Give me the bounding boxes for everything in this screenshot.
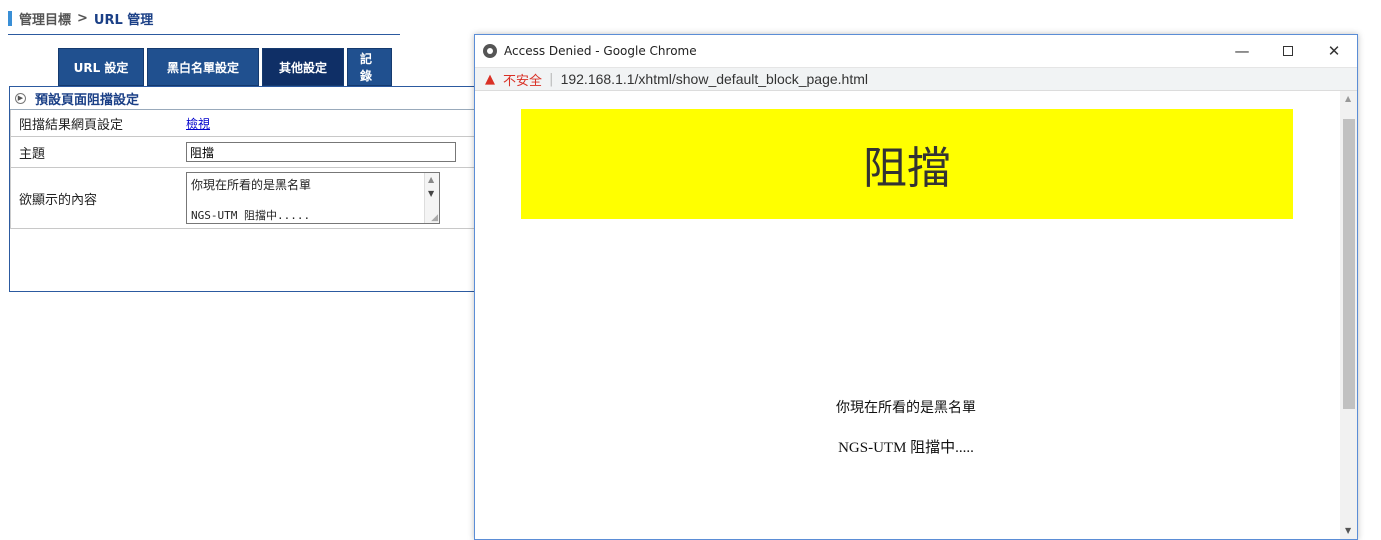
close-button[interactable]: ✕ [1311,35,1357,67]
block-page-settings-panel: ▶ 預設頁面阻擋設定 阻擋結果網頁設定 檢視 主題 欲顯示的內容 你現在所看的是… [9,86,479,292]
tab-blacklist-whitelist[interactable]: 黑白名單設定 [147,48,259,86]
not-secure-label[interactable]: 不安全 [503,70,542,89]
content-label: 欲顯示的內容 [19,192,98,208]
window-titlebar[interactable]: Access Denied - Google Chrome — ✕ [475,35,1357,68]
scrollbar-thumb[interactable] [1343,119,1355,409]
scroll-up-icon[interactable]: ▲ [428,175,434,184]
tab-other-settings[interactable]: 其他設定 [262,48,344,86]
textarea-scrollbar[interactable]: ▲ ▼ ◢ [424,173,439,223]
subject-label: 主題 [19,146,46,162]
settings-tabs: URL 設定 黑白名單設定 其他設定 記錄 [58,48,395,86]
view-link[interactable]: 檢視 [186,117,210,131]
tab-url-settings[interactable]: URL 設定 [58,48,144,86]
address-bar[interactable]: ▲ 不安全 | 192.168.1.1/xhtml/show_default_b… [475,68,1357,91]
breadcrumb-marker [8,10,12,26]
content-line-1: 你現在所看的是黑名單 [191,178,312,192]
breadcrumb-current: URL 管理 [93,12,154,28]
block-message-line-1: 你現在所看的是黑名單 [836,400,976,416]
warning-triangle-icon: ▲ [485,71,495,87]
tab-log[interactable]: 記錄 [347,48,392,86]
breadcrumb: 管理目標 > URL 管理 [8,8,153,28]
window-title: Access Denied - Google Chrome [504,44,697,58]
maximize-button[interactable] [1265,35,1311,67]
address-separator: | [549,71,554,87]
result-page-label: 阻擋結果網頁設定 [19,117,124,133]
content-textarea[interactable]: 你現在所看的是黑名單 NGS-UTM 阻擋中..... ▲ ▼ ◢ [186,172,440,224]
block-banner: 阻擋 [521,109,1293,219]
content-line-2: NGS-UTM 阻擋中..... [191,209,311,222]
page-scrollbar[interactable]: ▲ ▼ [1340,91,1357,539]
breadcrumb-separator: > [77,10,88,26]
window-controls: — ✕ [1219,35,1357,67]
breadcrumb-divider [8,34,400,35]
minimize-button[interactable]: — [1219,35,1265,67]
chrome-popup-window: Access Denied - Google Chrome — ✕ ▲ 不安全 … [474,34,1358,540]
scroll-down-icon[interactable]: ▼ [428,189,434,198]
panel-header[interactable]: ▶ 預設頁面阻擋設定 [10,87,478,110]
scroll-up-icon[interactable]: ▲ [1345,94,1351,103]
maximize-icon [1283,46,1293,56]
url-text[interactable]: 192.168.1.1/xhtml/show_default_block_pag… [561,71,868,87]
table-row: 主題 [11,137,478,168]
subject-input[interactable] [186,142,456,162]
block-message-line-2: NGS-UTM 阻擋中..... [838,440,974,456]
expand-arrow-icon[interactable]: ▶ [15,92,26,104]
breadcrumb-root[interactable]: 管理目標 [19,9,71,28]
chrome-icon [483,44,497,58]
resize-grip-icon[interactable]: ◢ [431,213,438,223]
table-row: 阻擋結果網頁設定 檢視 [11,110,478,137]
table-row: 欲顯示的內容 你現在所看的是黑名單 NGS-UTM 阻擋中..... ▲ ▼ ◢ [11,168,478,229]
panel-title: 預設頁面阻擋設定 [35,92,140,108]
block-page-content: 阻擋 你現在所看的是黑名單 NGS-UTM 阻擋中..... ▲ ▼ [475,91,1357,539]
settings-table: 阻擋結果網頁設定 檢視 主題 欲顯示的內容 你現在所看的是黑名單 NGS-UTM… [10,110,478,229]
scroll-down-icon[interactable]: ▼ [1345,526,1351,535]
